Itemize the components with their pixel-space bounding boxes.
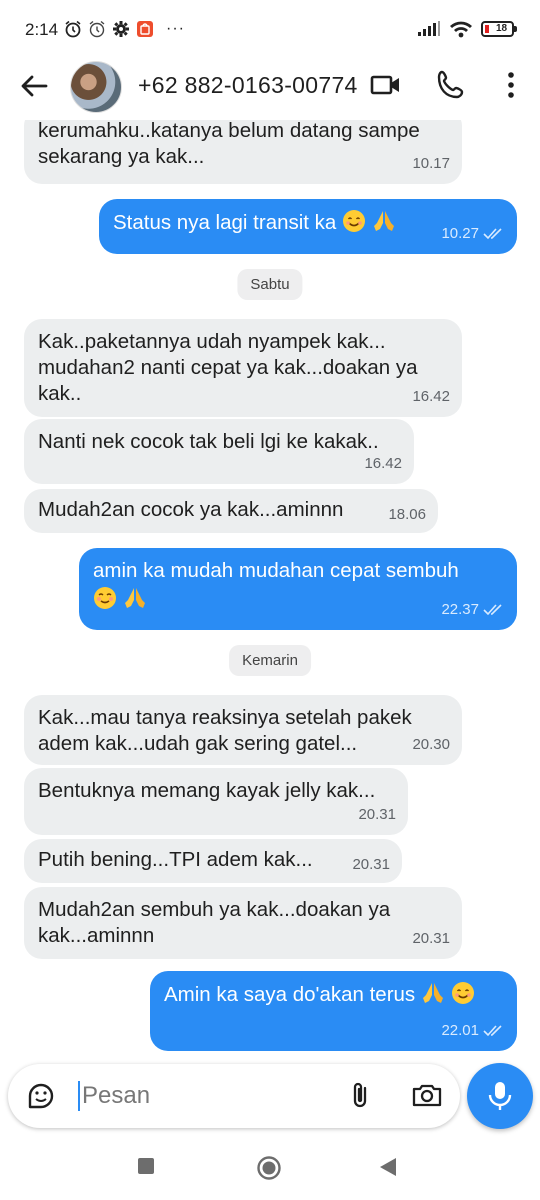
message-text: Kak..paketannya udah nyampek kak... muda… (38, 330, 418, 405)
message-incoming[interactable]: Nanti nek cocok tak beli lgi ke kakak.. … (24, 419, 414, 484)
message-text: Mudah2an cocok ya kak...aminnn (38, 498, 344, 521)
shopee-icon (137, 21, 153, 37)
contact-title[interactable]: +62 882-0163-00774 (138, 72, 358, 99)
double-check-icon (483, 604, 502, 616)
message-incoming[interactable]: Mudah2an sembuh ya kak...doakan ya kak..… (24, 887, 462, 959)
message-time: 20.31 (358, 802, 396, 828)
time-text: 20.31 (358, 806, 396, 823)
status-icons-right: 18 (417, 20, 517, 38)
double-check-icon (483, 228, 502, 240)
message-time: 20.31 (412, 926, 450, 952)
message-incoming[interactable]: Kak...mau tanya reaksinya setelah pakek … (24, 695, 462, 765)
status-icons-left: ··· (64, 20, 185, 38)
back-arrow-icon[interactable] (16, 68, 52, 104)
message-text: Nanti nek cocok tak beli lgi ke kakak.. (38, 430, 379, 453)
message-time: 16.42 (412, 384, 450, 410)
message-incoming[interactable]: kerumahku..katanya belum datang sampe se… (24, 120, 462, 184)
message-text: Putih bening...TPI adem kak... (38, 848, 313, 871)
microphone-icon (488, 1082, 512, 1110)
message-incoming[interactable]: Mudah2an cocok ya kak...aminnn 18.06 (24, 489, 438, 533)
message-text: Bentuknya memang kayak jelly kak... (38, 779, 376, 802)
settings-icon (113, 21, 129, 37)
contact-avatar[interactable] (70, 61, 122, 113)
smile-emoji-icon (343, 210, 366, 232)
message-time: 16.42 (364, 451, 402, 477)
message-incoming[interactable]: Kak..paketannya udah nyampek kak... muda… (24, 319, 462, 417)
date-separator: Sabtu (237, 269, 303, 300)
message-time: 22.01 (441, 1018, 505, 1044)
video-call-icon[interactable] (368, 68, 402, 102)
message-outgoing[interactable]: Amin ka saya do'akan terus 22.01 (150, 971, 517, 1051)
battery-level: 18 (495, 23, 508, 34)
message-time: 20.30 (412, 732, 450, 758)
status-bar: 2:14 ··· 18 (0, 0, 540, 58)
time-text: 20.31 (352, 856, 390, 873)
attach-icon[interactable] (346, 1080, 376, 1110)
message-outgoing[interactable]: amin ka mudah mudahan cepat sembuh 22.37 (79, 548, 517, 630)
chat-header: +62 882-0163-00774 (0, 58, 540, 120)
voice-record-button[interactable] (467, 1063, 533, 1129)
time-text: 10.17 (412, 155, 450, 172)
message-incoming[interactable]: Bentuknya memang kayak jelly kak... 20.3… (24, 768, 408, 835)
time-text: 16.42 (412, 388, 450, 405)
back-nav-icon[interactable] (379, 1157, 397, 1177)
blush-emoji-icon (94, 587, 116, 609)
message-time: 18.06 (388, 502, 426, 528)
smile-emoji-icon (451, 982, 474, 1004)
message-list[interactable]: kerumahku..katanya belum datang sampe se… (0, 120, 540, 1060)
sticker-icon[interactable] (26, 1081, 56, 1111)
camera-icon[interactable] (411, 1080, 443, 1110)
more-notifications: ··· (166, 20, 185, 37)
message-text: Amin ka saya do'akan terus (164, 983, 416, 1006)
signal-icon (418, 21, 440, 36)
message-composer[interactable]: Pesan (8, 1064, 460, 1128)
home-icon[interactable] (256, 1155, 282, 1181)
message-text: Kak...mau tanya reaksinya setelah pakek … (38, 706, 412, 755)
message-text: Mudah2an sembuh ya kak...doakan ya kak..… (38, 898, 391, 947)
recents-icon[interactable] (137, 1157, 155, 1175)
message-text: kerumahku..katanya belum datang sampe se… (38, 120, 420, 168)
time-text: 20.30 (412, 736, 450, 753)
message-text: Status nya lagi transit ka (113, 211, 337, 234)
time-text: 10.27 (441, 225, 479, 242)
alarm-icon-2 (89, 20, 105, 38)
time-text: 22.01 (441, 1022, 479, 1039)
message-outgoing[interactable]: Status nya lagi transit ka 10.27 (99, 199, 517, 254)
pray-emoji-icon (124, 588, 145, 608)
double-check-icon (483, 1025, 502, 1037)
wifi-icon (450, 21, 472, 38)
message-text: amin ka mudah mudahan cepat sembuh (93, 559, 459, 582)
message-time: 20.31 (352, 852, 390, 878)
date-separator: Kemarin (229, 645, 311, 676)
status-time: 2:14 (25, 20, 59, 39)
text-cursor (78, 1081, 80, 1111)
time-text: 20.31 (412, 930, 450, 947)
message-time: 10.17 (412, 151, 450, 177)
message-time: 10.27 (441, 221, 505, 247)
message-time: 22.37 (441, 597, 505, 623)
pray-emoji-icon (373, 211, 394, 231)
phone-call-icon[interactable] (434, 68, 468, 102)
message-input[interactable]: Pesan (82, 1082, 150, 1110)
alarm-icon (65, 20, 81, 38)
time-text: 16.42 (364, 455, 402, 472)
message-incoming[interactable]: Putih bening...TPI adem kak... 20.31 (24, 839, 402, 883)
battery-icon: 18 (481, 21, 517, 37)
time-text: 18.06 (388, 506, 426, 523)
more-options-icon[interactable] (494, 68, 528, 102)
time-text: 22.37 (441, 601, 479, 618)
system-nav-bar (0, 1140, 540, 1200)
pray-emoji-icon (422, 983, 443, 1003)
